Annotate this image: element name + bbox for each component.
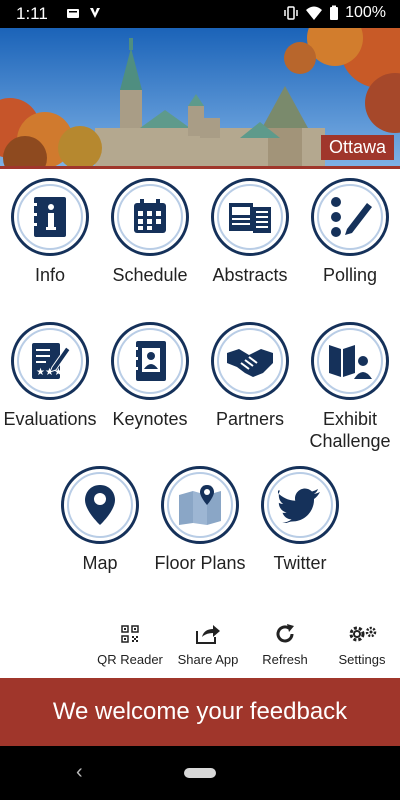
bottom-toolbar: QR Reader Share App Refresh Settings [0,620,400,670]
city-label: Ottawa [320,135,394,160]
feedback-button[interactable]: We welcome your feedback [0,678,400,746]
refresh-icon [276,624,294,643]
grid-item-label: Floor Plans [154,553,246,573]
grid-item-label: Keynotes [112,409,188,429]
status-bar: 1:11 100% [0,0,400,28]
twitter-icon [278,488,320,523]
battery-level: 100% [345,4,386,21]
grid-item-label: Twitter [273,553,327,573]
grid-item-evaluations[interactable]: ★★★ Evaluations [0,322,100,430]
evaluations-icon: ★★★ [32,343,71,379]
info-icon [32,197,66,237]
home-pill[interactable] [184,768,216,778]
grid-item-info[interactable]: Info [0,178,100,286]
grid-item-label-line2: Challenge [309,431,391,451]
share-app-button[interactable]: Share App [168,620,248,667]
grid-item-label-line1: Exhibit [322,409,378,429]
polling-icon [331,197,372,237]
status-time: 1:11 [16,4,48,23]
refresh-label: Refresh [262,652,308,667]
settings-label: Settings [338,652,386,667]
battery-icon [330,5,339,20]
app-icon [90,8,100,18]
grid-item-abstracts[interactable]: Abstracts [200,178,300,286]
calendar-icon [134,199,166,233]
grid-item-exhibit-challenge[interactable]: Exhibit Challenge [300,322,400,452]
qr-reader-label: QR Reader [97,652,163,667]
share-icon [196,625,220,644]
qr-code-icon [121,625,139,643]
grid-item-floor-plans[interactable]: Floor Plans [150,466,250,574]
floor-plans-icon [179,485,221,525]
handshake-icon [227,349,273,377]
grid-item-label: Polling [322,265,378,285]
keynotes-icon [133,341,166,381]
grid-item-keynotes[interactable]: Keynotes [100,322,200,430]
exhibit-icon [329,345,372,379]
notification-icon [67,9,79,18]
wifi-icon [306,6,323,20]
share-app-label: Share App [177,652,239,667]
grid-item-map[interactable]: Map [50,466,150,574]
grid-item-schedule[interactable]: Schedule [100,178,200,286]
map-pin-icon [85,485,115,525]
vibrate-icon [284,6,298,20]
grid-item-label: Map [82,553,118,573]
navigation-bar: ‹ [0,746,400,800]
grid-item-label: Abstracts [212,265,288,285]
abstracts-icon [229,203,271,233]
qr-reader-button[interactable]: QR Reader [90,620,170,667]
gear-icon [349,626,377,642]
refresh-button[interactable]: Refresh [245,620,325,667]
grid-item-label: Evaluations [3,409,97,429]
grid-item-label: Partners [215,409,285,429]
grid-item-twitter[interactable]: Twitter [250,466,350,574]
grid-item-polling[interactable]: Polling [300,178,400,286]
grid-item-label: Info [34,265,66,285]
grid-item-partners[interactable]: Partners [200,322,300,430]
hero-divider [0,166,400,169]
grid-item-label: Schedule [112,265,188,285]
back-icon[interactable]: ‹ [76,761,83,784]
settings-button[interactable]: Settings [322,620,400,667]
hero-image: Ottawa [0,28,400,168]
